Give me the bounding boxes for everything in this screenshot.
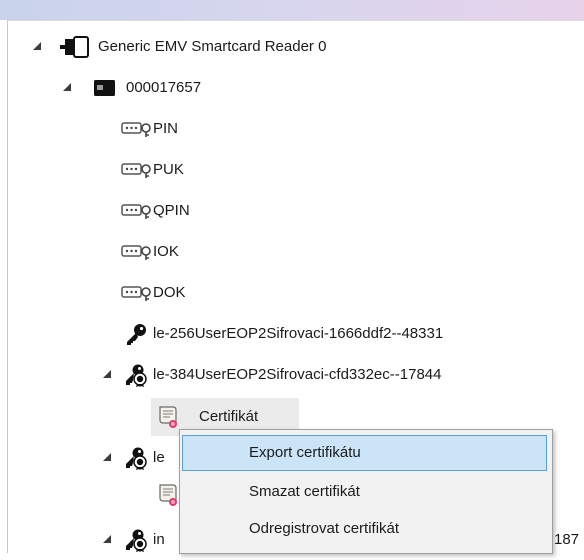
tree-node-qpin[interactable]: QPIN [0, 191, 584, 231]
tree-node-label: le [153, 449, 165, 466]
tree-node-pin[interactable]: PIN [0, 109, 584, 149]
tree-node-label: IOK [153, 243, 179, 260]
tree-node-card[interactable]: 000017657 [0, 68, 584, 108]
tree-node-key-partial[interactable]: le [0, 438, 180, 478]
card-reader-icon [60, 27, 90, 67]
menu-item-label: Export certifikátu [249, 444, 361, 461]
pin-key-icon [121, 150, 153, 190]
tree-node-reader[interactable]: Generic EMV Smartcard Reader 0 [0, 27, 584, 67]
menu-item-label: Odregistrovat certifikát [249, 520, 400, 537]
key-certificate-icon [124, 355, 148, 395]
menu-item-unregister-certificate[interactable]: Odregistrovat certifikát [183, 512, 546, 546]
expanded-arrow-icon[interactable] [100, 438, 114, 478]
tree-node-label: in [153, 531, 165, 548]
tree-node-label-suffix: 187 [554, 531, 580, 548]
tree-node-certificate-partial[interactable] [0, 475, 180, 515]
certificate-icon [156, 475, 180, 515]
private-key-icon [124, 314, 148, 354]
context-menu: Export certifikátu Smazat certifikát Odr… [179, 429, 553, 554]
certificate-icon [156, 397, 180, 437]
window-titlebar [0, 0, 584, 20]
smartcard-icon [94, 68, 118, 108]
pin-key-icon [121, 109, 153, 149]
tree-node-puk[interactable]: PUK [0, 150, 584, 190]
key-certificate-icon [124, 438, 148, 478]
tree-node-label: le-384UserEOP2Sifrovaci-cfd332ec--17844 [153, 366, 442, 383]
tree-node-key-with-certificate[interactable]: le-384UserEOP2Sifrovaci-cfd332ec--17844 [0, 355, 584, 395]
tree-node-label: PIN [153, 120, 179, 137]
tree-node-iok[interactable]: IOK [0, 232, 584, 272]
tree-node-label: PUK [153, 161, 184, 178]
tree-node-private-key[interactable]: le-256UserEOP2Sifrovaci-1666ddf2--48331 [0, 314, 584, 354]
key-certificate-icon [124, 520, 148, 560]
tree-node-dok[interactable]: DOK [0, 273, 584, 313]
menu-item-delete-certificate[interactable]: Smazat certifikát [183, 475, 546, 509]
pin-key-icon [121, 232, 153, 272]
pin-key-icon [121, 273, 153, 313]
tree-node-label: QPIN [153, 202, 190, 219]
pin-key-icon [121, 191, 153, 231]
menu-item-export-certificate[interactable]: Export certifikátu [182, 435, 547, 471]
tree-node-label: DOK [153, 284, 186, 301]
expanded-arrow-icon[interactable] [100, 520, 114, 560]
expanded-arrow-icon[interactable] [30, 27, 44, 67]
menu-item-label: Smazat certifikát [249, 483, 360, 500]
expanded-arrow-icon[interactable] [60, 68, 74, 108]
tree-node-label: 000017657 [126, 79, 202, 96]
expanded-arrow-icon[interactable] [100, 355, 114, 395]
tree-node-label: le-256UserEOP2Sifrovaci-1666ddf2--48331 [153, 325, 444, 342]
tree-node-label: Generic EMV Smartcard Reader 0 [98, 38, 327, 55]
